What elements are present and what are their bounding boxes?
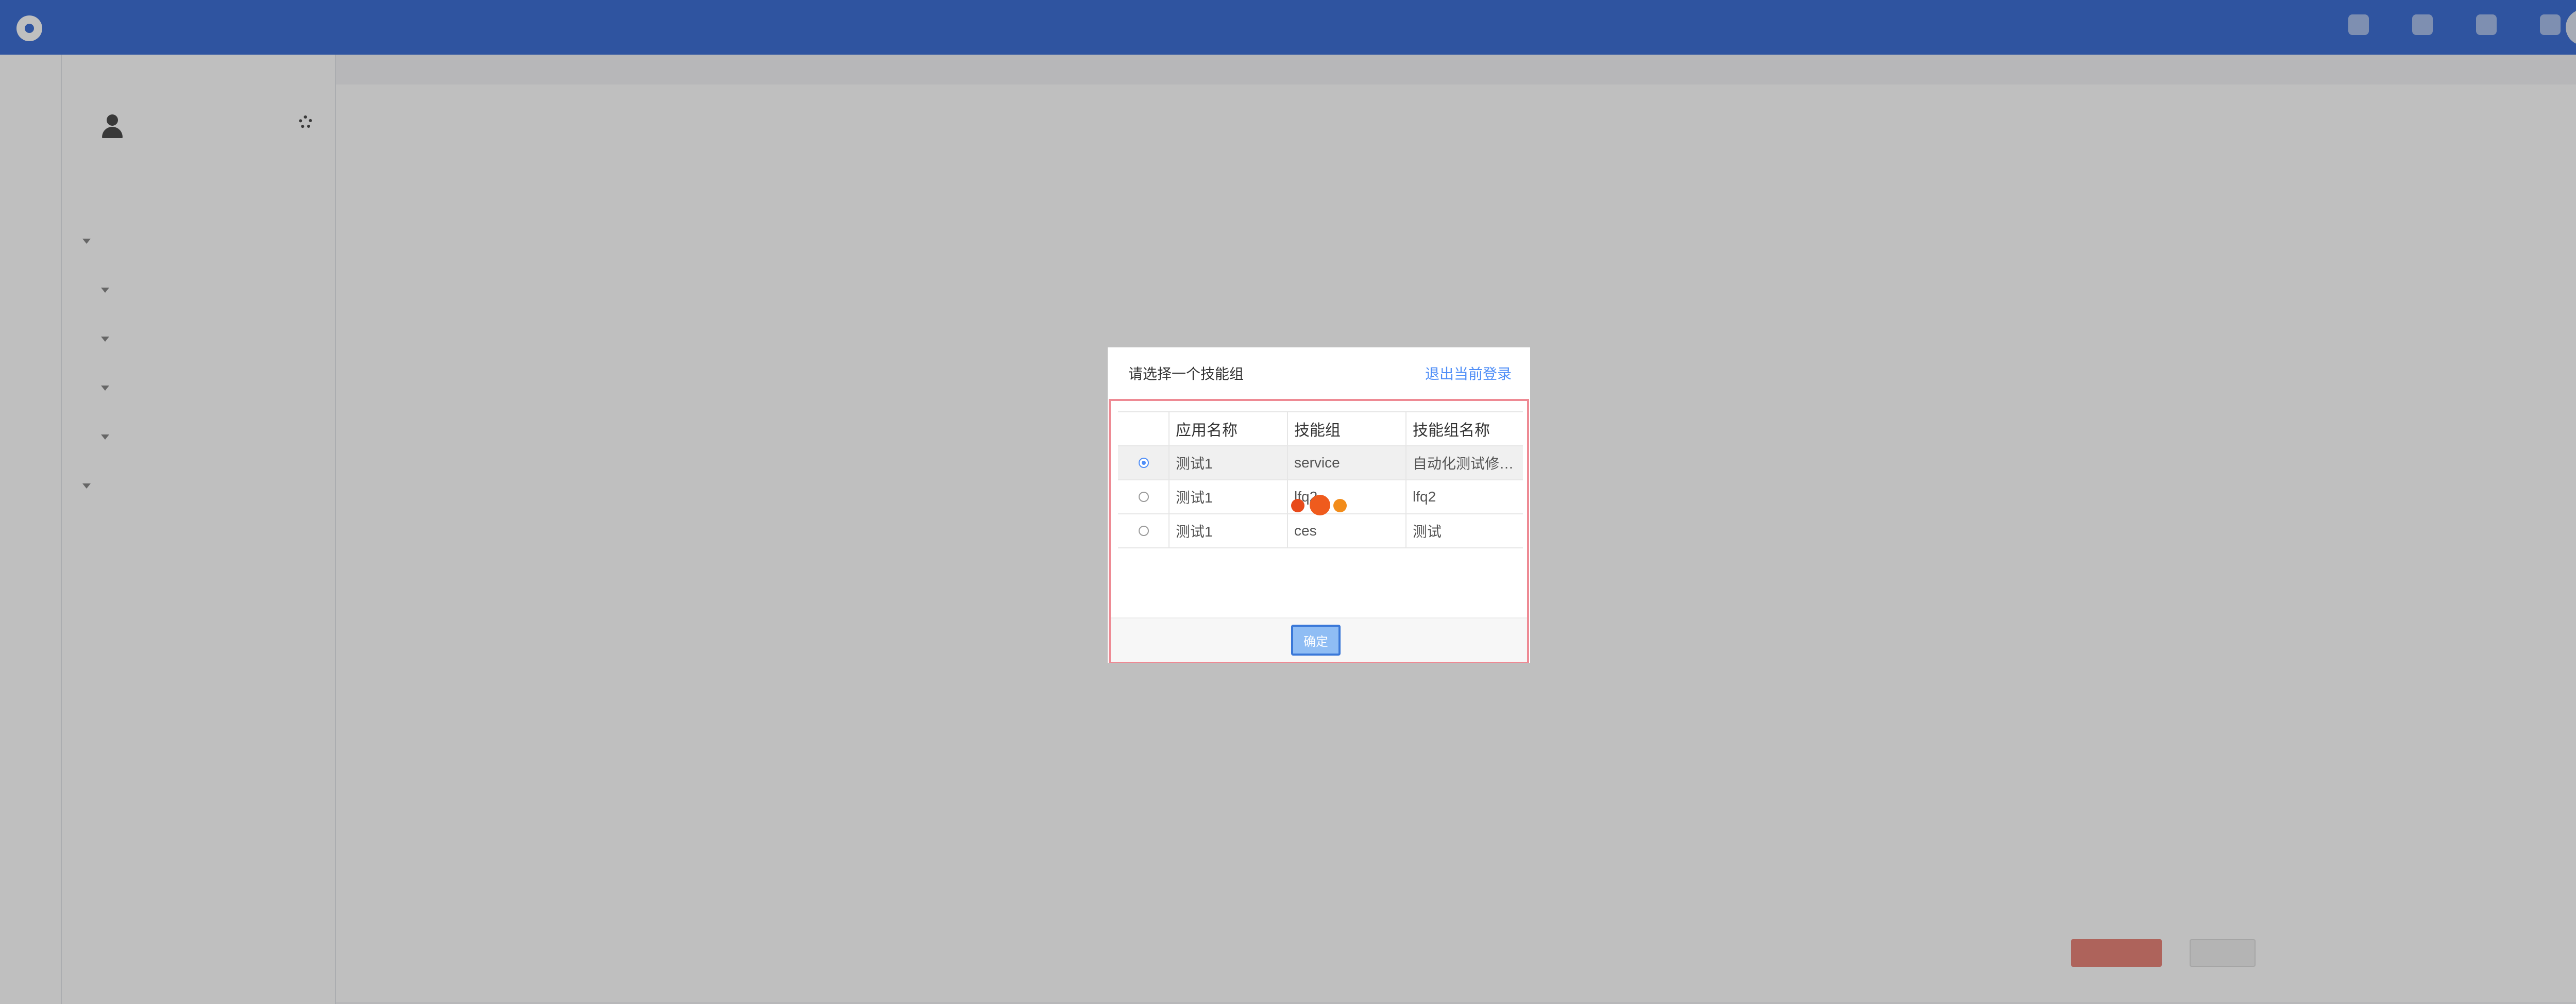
- skill-group-cell: service: [1288, 446, 1406, 479]
- skill-group-table: 应用名称 技能组 技能组名称 测试1 service 自动化测试修… 测试1 l…: [1118, 411, 1523, 548]
- table-row[interactable]: 测试1 ces 测试: [1118, 514, 1523, 548]
- cell-text: 测试1: [1176, 456, 1213, 472]
- select-cell: [1118, 446, 1170, 479]
- radio-icon[interactable]: [1139, 458, 1149, 468]
- radio-icon[interactable]: [1139, 526, 1149, 536]
- loading-dot: [1333, 499, 1347, 512]
- skill-group-name-cell: lfq2: [1406, 480, 1523, 513]
- skill-group-name-cell: 自动化测试修…: [1406, 446, 1523, 479]
- dialog-body: 应用名称 技能组 技能组名称 测试1 service 自动化测试修… 测试1 l…: [1109, 399, 1529, 663]
- cell-text: lfq2: [1413, 489, 1436, 505]
- dialog-header: 请选择一个技能组 退出当前登录: [1108, 347, 1530, 399]
- skill-group-dialog: 请选择一个技能组 退出当前登录 应用名称 技能组 技能组名称 测试1 servi…: [1108, 347, 1530, 663]
- cell-text: 测试1: [1176, 490, 1213, 506]
- app-name-cell: 测试1: [1170, 514, 1288, 547]
- confirm-button[interactable]: 确定: [1291, 625, 1341, 656]
- loading-dot: [1291, 499, 1304, 512]
- app-name-cell: 测试1: [1170, 446, 1288, 479]
- table-header: 应用名称 技能组 技能组名称: [1118, 412, 1523, 446]
- column-header: 应用名称: [1170, 412, 1288, 445]
- column-header: 技能组: [1288, 412, 1406, 445]
- cell-text: 测试: [1413, 524, 1442, 540]
- loading-dot: [1310, 495, 1330, 515]
- dialog-footer: 确定: [1111, 617, 1527, 662]
- cell-text: 自动化测试修…: [1413, 456, 1514, 472]
- skill-group-cell: ces: [1288, 514, 1406, 547]
- select-cell: [1118, 514, 1170, 547]
- skill-group-name-cell: 测试: [1406, 514, 1523, 547]
- radio-icon[interactable]: [1139, 492, 1149, 502]
- cell-text: ces: [1294, 523, 1317, 539]
- cell-text: service: [1294, 455, 1340, 471]
- cell-text: 测试1: [1176, 524, 1213, 540]
- column-header: 技能组名称: [1413, 422, 1490, 439]
- select-column-header: [1118, 412, 1170, 445]
- dialog-title: 请选择一个技能组: [1128, 366, 1244, 382]
- logout-link[interactable]: 退出当前登录: [1425, 363, 1512, 383]
- table-row[interactable]: 测试1 service 自动化测试修…: [1118, 446, 1523, 480]
- select-cell: [1118, 480, 1170, 513]
- loading-icon: [1291, 494, 1348, 515]
- app-name-cell: 测试1: [1170, 480, 1288, 513]
